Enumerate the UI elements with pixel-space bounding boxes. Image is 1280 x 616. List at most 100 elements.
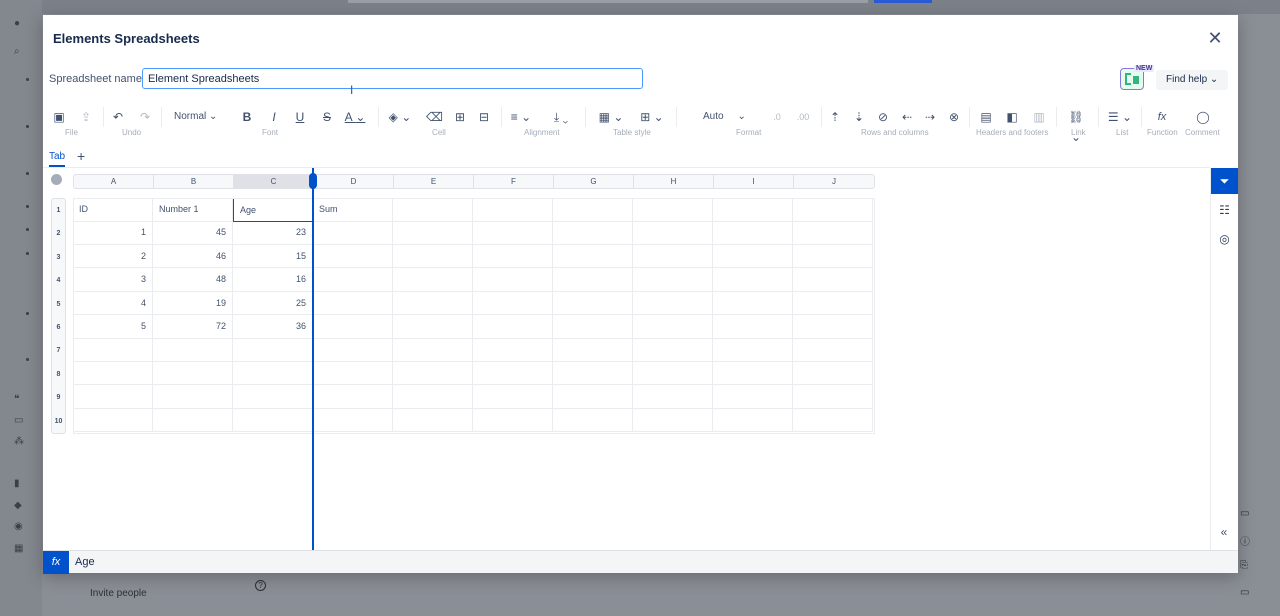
font-color-button[interactable]: A ⌄ xyxy=(342,107,368,127)
column-header-e[interactable]: E xyxy=(394,175,474,188)
row-header-3[interactable]: 3 xyxy=(52,246,65,269)
cell-d6[interactable] xyxy=(313,315,393,339)
export-icon[interactable]: ⇪ xyxy=(78,107,94,127)
cell-g5[interactable] xyxy=(553,291,633,316)
row-header-10[interactable]: 10 xyxy=(52,410,65,433)
cell-g1[interactable] xyxy=(553,198,633,222)
cell-j7[interactable] xyxy=(793,338,873,362)
cell-a3[interactable]: 2 xyxy=(73,244,153,269)
cell-h5[interactable] xyxy=(633,291,713,316)
cell-d1[interactable]: Sum xyxy=(313,198,393,222)
redo-icon[interactable]: ↷ xyxy=(137,107,153,127)
cell-a9[interactable] xyxy=(73,385,153,409)
cell-e5[interactable] xyxy=(393,291,473,316)
filter-icon[interactable]: ⏷ xyxy=(1211,168,1238,194)
undo-icon[interactable]: ↶ xyxy=(110,107,126,127)
cell-i4[interactable] xyxy=(713,268,793,292)
delete-row-icon[interactable]: ⊘ xyxy=(875,107,891,127)
cell-c4[interactable]: 16 xyxy=(233,268,313,292)
clear-format-icon[interactable]: ⌫ xyxy=(426,107,443,127)
insert-column-right-icon[interactable]: ⇢ xyxy=(922,107,938,127)
cell-j10[interactable] xyxy=(793,408,873,433)
cell-f2[interactable] xyxy=(473,221,553,245)
cell-d2[interactable] xyxy=(313,221,393,245)
cell-b6[interactable]: 72 xyxy=(153,315,233,339)
spreadsheet-name-input[interactable] xyxy=(142,68,643,89)
comment-icon[interactable]: ◯ xyxy=(1194,107,1212,127)
column-header-a[interactable]: A xyxy=(74,175,154,188)
cell-h7[interactable] xyxy=(633,338,713,362)
cell-i10[interactable] xyxy=(713,408,793,433)
close-icon[interactable]: ✕ xyxy=(1203,27,1227,51)
cell-e2[interactable] xyxy=(393,221,473,245)
cell-a8[interactable] xyxy=(73,361,153,386)
cell-g8[interactable] xyxy=(553,361,633,386)
cell-f8[interactable] xyxy=(473,361,553,386)
borders-button[interactable]: ⊞ ⌄ xyxy=(638,107,666,127)
cell-i5[interactable] xyxy=(713,291,793,316)
bold-button[interactable]: B xyxy=(239,107,255,127)
cell-j8[interactable] xyxy=(793,361,873,386)
cell-b8[interactable] xyxy=(153,361,233,386)
italic-button[interactable]: I xyxy=(266,107,282,127)
cell-f9[interactable] xyxy=(473,385,553,409)
cell-e4[interactable] xyxy=(393,268,473,292)
cell-f5[interactable] xyxy=(473,291,553,316)
row-header-7[interactable]: 7 xyxy=(52,339,65,362)
delete-column-icon[interactable]: ⊗ xyxy=(946,107,962,127)
cell-f3[interactable] xyxy=(473,244,553,269)
formula-fx-button[interactable]: fx xyxy=(43,551,69,574)
cell-f1[interactable] xyxy=(473,198,553,222)
cell-j3[interactable] xyxy=(793,244,873,269)
cell-a1[interactable]: ID xyxy=(73,198,153,222)
cell-c10[interactable] xyxy=(233,408,313,433)
cell-c5[interactable]: 25 xyxy=(233,291,313,316)
cell-f10[interactable] xyxy=(473,408,553,433)
cell-i1[interactable] xyxy=(713,198,793,222)
table-style-button[interactable]: ▦ ⌄ xyxy=(597,107,625,127)
cell-j1[interactable] xyxy=(793,198,873,222)
cell-g6[interactable] xyxy=(553,315,633,339)
cell-b7[interactable] xyxy=(153,338,233,362)
row-header-1[interactable]: 1 xyxy=(52,199,65,222)
formula-value[interactable]: Age xyxy=(75,551,95,574)
cell-j6[interactable] xyxy=(793,315,873,339)
cell-e8[interactable] xyxy=(393,361,473,386)
cell-b10[interactable] xyxy=(153,408,233,433)
cell-a7[interactable] xyxy=(73,338,153,362)
cell-i6[interactable] xyxy=(713,315,793,339)
header-column-icon[interactable]: ◧ xyxy=(1004,107,1020,127)
cell-b9[interactable] xyxy=(153,385,233,409)
row-header-4[interactable]: 4 xyxy=(52,269,65,292)
cell-e10[interactable] xyxy=(393,408,473,433)
cell-j9[interactable] xyxy=(793,385,873,409)
column-header-g[interactable]: G xyxy=(554,175,634,188)
cell-g4[interactable] xyxy=(553,268,633,292)
cell-c8[interactable] xyxy=(233,361,313,386)
decrease-decimal-icon[interactable]: .0 xyxy=(769,107,785,127)
cell-g3[interactable] xyxy=(553,244,633,269)
row-header-5[interactable]: 5 xyxy=(52,293,65,316)
cell-d10[interactable] xyxy=(313,408,393,433)
column-resize-handle[interactable] xyxy=(309,173,317,189)
cell-c2[interactable]: 23 xyxy=(233,221,313,245)
cell-h2[interactable] xyxy=(633,221,713,245)
cell-h9[interactable] xyxy=(633,385,713,409)
cell-h1[interactable] xyxy=(633,198,713,222)
cell-g7[interactable] xyxy=(553,338,633,362)
cell-e3[interactable] xyxy=(393,244,473,269)
cell-i8[interactable] xyxy=(713,361,793,386)
cell-i3[interactable] xyxy=(713,244,793,269)
cell-j5[interactable] xyxy=(793,291,873,316)
cell-b1[interactable]: Number 1 xyxy=(153,198,233,222)
cell-h6[interactable] xyxy=(633,315,713,339)
column-header-f[interactable]: F xyxy=(474,175,554,188)
cell-d3[interactable] xyxy=(313,244,393,269)
cell-b3[interactable]: 46 xyxy=(153,244,233,269)
split-cells-icon[interactable]: ⊟ xyxy=(476,107,492,127)
row-header-6[interactable]: 6 xyxy=(52,316,65,339)
cell-e7[interactable] xyxy=(393,338,473,362)
cell-h3[interactable] xyxy=(633,244,713,269)
text-style-select[interactable]: Normal ⌄ xyxy=(174,107,217,127)
list-button[interactable]: ☰ ⌄ xyxy=(1106,107,1134,127)
